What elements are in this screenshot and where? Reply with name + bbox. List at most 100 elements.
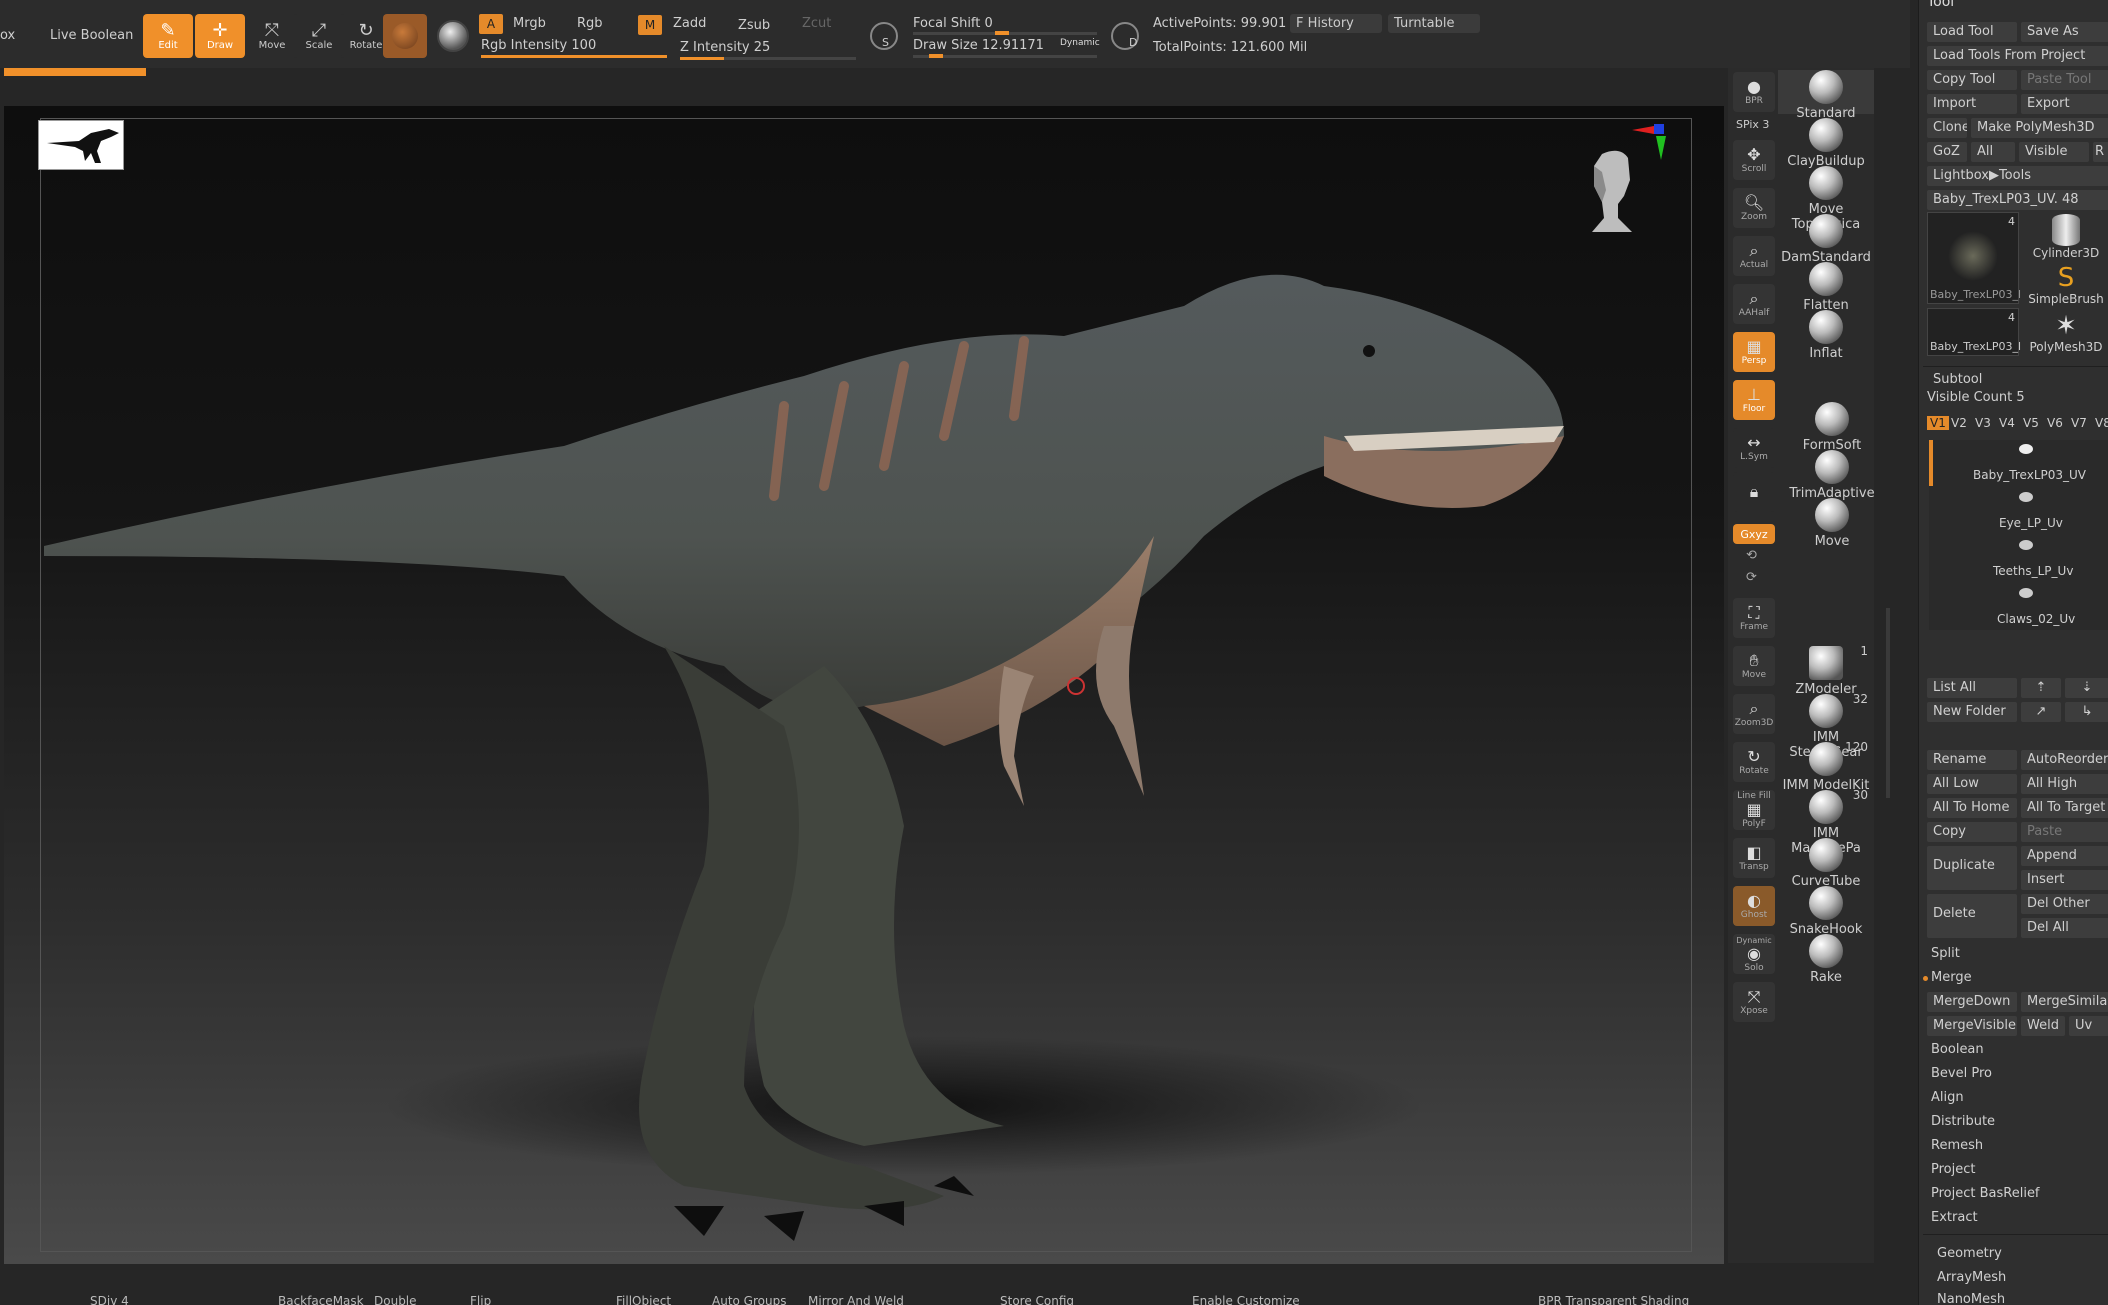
mrgb-button[interactable]: Mrgb: [513, 16, 546, 31]
auto-groups-button[interactable]: Auto Groups: [712, 1294, 786, 1305]
a-toggle[interactable]: A: [479, 14, 503, 34]
rgb-intensity-track[interactable]: [481, 55, 667, 58]
edit-button[interactable]: ✎ Edit: [143, 14, 193, 58]
brush-claybuildup[interactable]: ClayBuildup: [1778, 118, 1874, 169]
project-section[interactable]: Project: [1931, 1162, 1975, 1177]
paste-tool-button[interactable]: Paste Tool: [2021, 70, 2108, 90]
draw-size-knob[interactable]: [929, 54, 943, 58]
m-toggle[interactable]: M: [638, 15, 662, 35]
import-button[interactable]: Import: [1927, 94, 2017, 114]
duplicate-button[interactable]: Duplicate: [1927, 846, 2017, 890]
list-all-button[interactable]: List All: [1927, 678, 2017, 698]
document-viewport[interactable]: [4, 106, 1724, 1264]
split-section[interactable]: Split: [1931, 946, 1960, 961]
visibility-eye-icon[interactable]: [2019, 540, 2033, 550]
new-folder-button[interactable]: New Folder: [1927, 702, 2017, 722]
extract-section[interactable]: Extract: [1931, 1210, 1978, 1225]
brush-standard[interactable]: Standard: [1778, 70, 1874, 121]
project-basrelief-section[interactable]: Project BasRelief: [1931, 1186, 2040, 1201]
uv-toggle[interactable]: Uv: [2069, 1016, 2108, 1036]
polyf-button[interactable]: Line Fill ▦ PolyF: [1733, 790, 1775, 830]
zcut-button[interactable]: Zcut: [802, 16, 831, 31]
copy-tool-button[interactable]: Copy Tool: [1927, 70, 2017, 90]
brush-curvetube[interactable]: CurveTube: [1778, 838, 1874, 889]
store-config-button[interactable]: Store Config: [1000, 1294, 1074, 1305]
goz-visible-button[interactable]: Visible: [2019, 142, 2089, 162]
del-all-button[interactable]: Del All: [2021, 918, 2108, 938]
flip-button[interactable]: Flip: [470, 1294, 491, 1305]
draw-size-track[interactable]: [913, 54, 1097, 58]
load-tools-from-project-button[interactable]: Load Tools From Project: [1927, 46, 2108, 66]
bpr-button[interactable]: ● BPR: [1733, 72, 1775, 112]
mergesimilar-button[interactable]: MergeSimilar: [2021, 992, 2108, 1012]
z-intensity-slider[interactable]: Z Intensity 25: [680, 40, 770, 55]
shelf-scrollbar[interactable]: [1886, 608, 1890, 798]
lock-button[interactable]: 🔒︎: [1733, 472, 1775, 512]
goz-r-button[interactable]: R: [2093, 142, 2108, 162]
bevel-pro-section[interactable]: Bevel Pro: [1931, 1066, 1992, 1081]
brush-flatten[interactable]: Flatten: [1778, 262, 1874, 313]
gxyz-button[interactable]: Gxyz: [1733, 524, 1775, 544]
z-intensity-track[interactable]: [680, 57, 856, 60]
merge-section[interactable]: Merge: [1931, 970, 1972, 985]
enable-customize-button[interactable]: Enable Customize: [1192, 1294, 1300, 1305]
scale-button[interactable]: ⤢ Scale: [294, 14, 344, 58]
remesh-section[interactable]: Remesh: [1931, 1138, 1983, 1153]
folder-enter-icon[interactable]: ↳: [2065, 702, 2108, 722]
subtool-item[interactable]: Claws_02_Uv: [1997, 612, 2075, 626]
insert-button[interactable]: Insert: [2021, 870, 2108, 890]
brush-trimadaptive[interactable]: TrimAdaptive: [1784, 450, 1880, 501]
visibility-eye-icon[interactable]: [2019, 444, 2033, 454]
del-other-button[interactable]: Del Other: [2021, 894, 2108, 914]
version-tab[interactable]: V5: [2023, 416, 2039, 430]
autoreorder-button[interactable]: AutoReorder: [2021, 750, 2108, 770]
polymesh3d-tool[interactable]: ✶ PolyMesh3D: [2023, 312, 2108, 360]
boolean-section[interactable]: Boolean: [1931, 1042, 1984, 1057]
tool-thumbnail-2[interactable]: 4 Baby_TrexLP03_l: [1927, 308, 2021, 356]
solo-button[interactable]: Dynamic ◉ Solo: [1733, 934, 1775, 974]
subtool-header[interactable]: Subtool: [1933, 372, 1982, 387]
save-as-button[interactable]: Save As: [2021, 22, 2108, 42]
all-to-target-button[interactable]: All To Target: [2021, 798, 2108, 818]
xpose-button[interactable]: ⤧ Xpose: [1733, 982, 1775, 1022]
simplebrush-tool[interactable]: S SimpleBrush: [2023, 264, 2108, 312]
rgb-intensity-slider[interactable]: Rgb Intensity 100: [481, 38, 596, 53]
move-view-button[interactable]: ✋︎ Move: [1733, 646, 1775, 686]
brush-damstandard[interactable]: DamStandard: [1778, 214, 1874, 265]
goz-button[interactable]: GoZ: [1927, 142, 1967, 162]
transp-button[interactable]: ◧ Transp: [1733, 838, 1775, 878]
brush-imm-modelkit[interactable]: 120 IMM ModelKit: [1778, 740, 1874, 793]
backfacemask-button[interactable]: BackfaceMask: [278, 1294, 364, 1305]
lightbox-tools-button[interactable]: Lightbox▶Tools: [1927, 166, 2108, 186]
brush-inflat[interactable]: Inflat: [1778, 310, 1874, 361]
rotate-y-icon[interactable]: ⟲: [1746, 548, 1757, 563]
move-up-icon[interactable]: ⇡: [2021, 678, 2061, 698]
rename-button[interactable]: Rename: [1927, 750, 2017, 770]
trex-model[interactable]: [4, 106, 1724, 1264]
mirror-and-weld-button[interactable]: Mirror And Weld: [808, 1294, 904, 1305]
brush-snakehook[interactable]: SnakeHook: [1778, 886, 1874, 937]
rotate-view-button[interactable]: ↻ Rotate: [1733, 742, 1775, 782]
spix-slider[interactable]: SPix 3: [1736, 118, 1769, 131]
turntable-button[interactable]: Turntable: [1388, 14, 1480, 33]
visibility-eye-icon[interactable]: [2019, 492, 2033, 502]
floor-button[interactable]: ⊥ Floor: [1733, 380, 1775, 420]
version-tab[interactable]: V7: [2071, 416, 2087, 430]
arraymesh-section[interactable]: ArrayMesh: [1937, 1270, 2006, 1285]
version-tab[interactable]: V1: [1927, 416, 1949, 430]
weld-toggle[interactable]: Weld: [2021, 1016, 2065, 1036]
focal-shift-slider[interactable]: Focal Shift 0: [913, 16, 993, 31]
brush-zmodeler[interactable]: 1 ZModeler: [1778, 644, 1874, 697]
version-tab[interactable]: V3: [1975, 416, 1991, 430]
tool-thumbnail-1[interactable]: 4 Baby_TrexLP03_l: [1927, 212, 2021, 304]
dynamic-toggle[interactable]: Dynamic: [1060, 38, 1100, 48]
box-label[interactable]: ox: [0, 28, 15, 43]
version-tab[interactable]: V2: [1951, 416, 1967, 430]
scroll-button[interactable]: ✥ Scroll: [1733, 140, 1775, 180]
texture-sphere-icon[interactable]: [437, 20, 469, 52]
visibility-eye-icon[interactable]: [2019, 588, 2033, 598]
live-boolean-button[interactable]: Live Boolean: [50, 28, 133, 43]
visible-count-slider[interactable]: Visible Count 5: [1927, 390, 2025, 405]
distribute-section[interactable]: Distribute: [1931, 1114, 1995, 1129]
export-button[interactable]: Export: [2021, 94, 2108, 114]
